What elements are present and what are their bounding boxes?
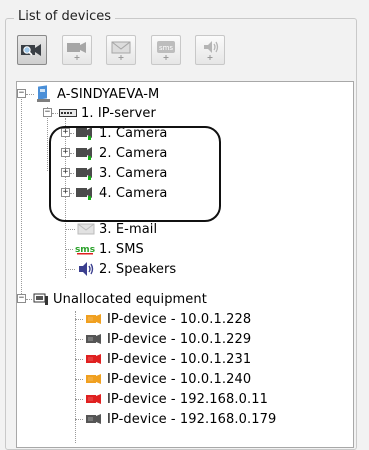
camera-add-icon [67,42,86,60]
tree-email[interactable]: 3. E-mail [65,219,157,239]
camera-icon [76,167,92,180]
email-icon [77,223,95,235]
ip-device-label: IP-device - 10.0.1.240 [107,371,252,387]
computer-icon [37,85,50,102]
tree-unallocated[interactable]: − Unallocated equipment [17,289,207,309]
camera-icon [76,147,92,160]
tree-sms[interactable]: sms 1. SMS [65,239,144,259]
ip-device-label: IP-device - 192.168.0.11 [107,391,268,407]
expand-toggle[interactable]: + [61,168,70,177]
ip-device-label: IP-device - 10.0.1.229 [107,331,252,347]
sms-add-icon-text: sms [159,44,173,52]
device-tree[interactable]: − A-SINDYAEVA-M − 1. IP-server +1. Camer… [16,81,354,448]
email-label: 3. E-mail [99,221,158,237]
ip-device-label: IP-device - 192.168.0.179 [107,411,277,427]
camera-icon [76,127,92,140]
camera-label: 1. Camera [99,125,168,141]
tree-ip-device[interactable]: IP-device - 192.168.0.11 [75,389,268,409]
server-label: 1. IP-server [81,105,156,121]
sms-icon: sms [75,245,95,255]
unallocated-label: Unallocated equipment [53,291,207,307]
expand-toggle[interactable]: + [61,128,70,137]
add-email-button[interactable] [106,35,136,65]
camera-icon [76,187,92,200]
tree-root[interactable]: − A-SINDYAEVA-M [17,84,159,104]
add-camera-button[interactable] [17,35,47,65]
device-status-icon [86,414,101,424]
tree-ip-device[interactable]: IP-device - 10.0.1.229 [75,329,251,349]
camera-search-icon [21,44,41,56]
device-status-icon [86,314,101,324]
collapse-toggle[interactable]: − [17,89,26,98]
expand-toggle[interactable]: + [61,188,70,197]
tree-line [21,94,22,300]
add-sms-button[interactable]: sms [151,35,181,65]
collapse-toggle[interactable]: − [43,108,52,117]
add-speaker-button[interactable] [195,35,225,65]
expand-toggle[interactable]: + [61,148,70,157]
tree-camera[interactable]: +4. Camera [61,183,167,203]
tree-server[interactable]: − 1. IP-server [43,103,156,123]
add-camera-plus-button[interactable] [62,35,92,65]
ip-device-label: IP-device - 10.0.1.231 [107,351,252,367]
speaker-add-icon [204,41,219,60]
server-icon [59,109,77,117]
camera-label: 4. Camera [99,185,168,201]
unallocated-icon [33,293,48,305]
tree-camera[interactable]: +2. Camera [61,143,167,163]
camera-label: 3. Camera [99,165,168,181]
sms-label: 1. SMS [99,241,144,257]
camera-label: 2. Camera [99,145,168,161]
tree-ip-device[interactable]: IP-device - 10.0.1.240 [75,369,251,389]
root-label: A-SINDYAEVA-M [57,86,160,102]
speakers-label: 2. Speakers [99,261,177,277]
ip-device-label: IP-device - 10.0.1.228 [107,311,252,327]
device-status-icon [86,334,101,344]
group-title: List of devices [14,9,115,24]
device-status-icon [86,354,101,364]
collapse-toggle[interactable]: − [17,294,26,303]
tree-camera[interactable]: +1. Camera [61,123,167,143]
speaker-icon [79,262,94,276]
sms-add-icon: sms [157,41,175,60]
tree-speakers[interactable]: 2. Speakers [65,259,176,279]
email-add-icon [111,41,131,60]
device-status-icon [86,374,101,384]
tree-ip-device[interactable]: IP-device - 192.168.0.179 [75,409,276,429]
tree-ip-device[interactable]: IP-device - 10.0.1.228 [75,309,251,329]
device-status-icon [86,394,101,404]
tree-ip-device[interactable]: IP-device - 10.0.1.231 [75,349,251,369]
tree-camera[interactable]: +3. Camera [61,163,167,183]
